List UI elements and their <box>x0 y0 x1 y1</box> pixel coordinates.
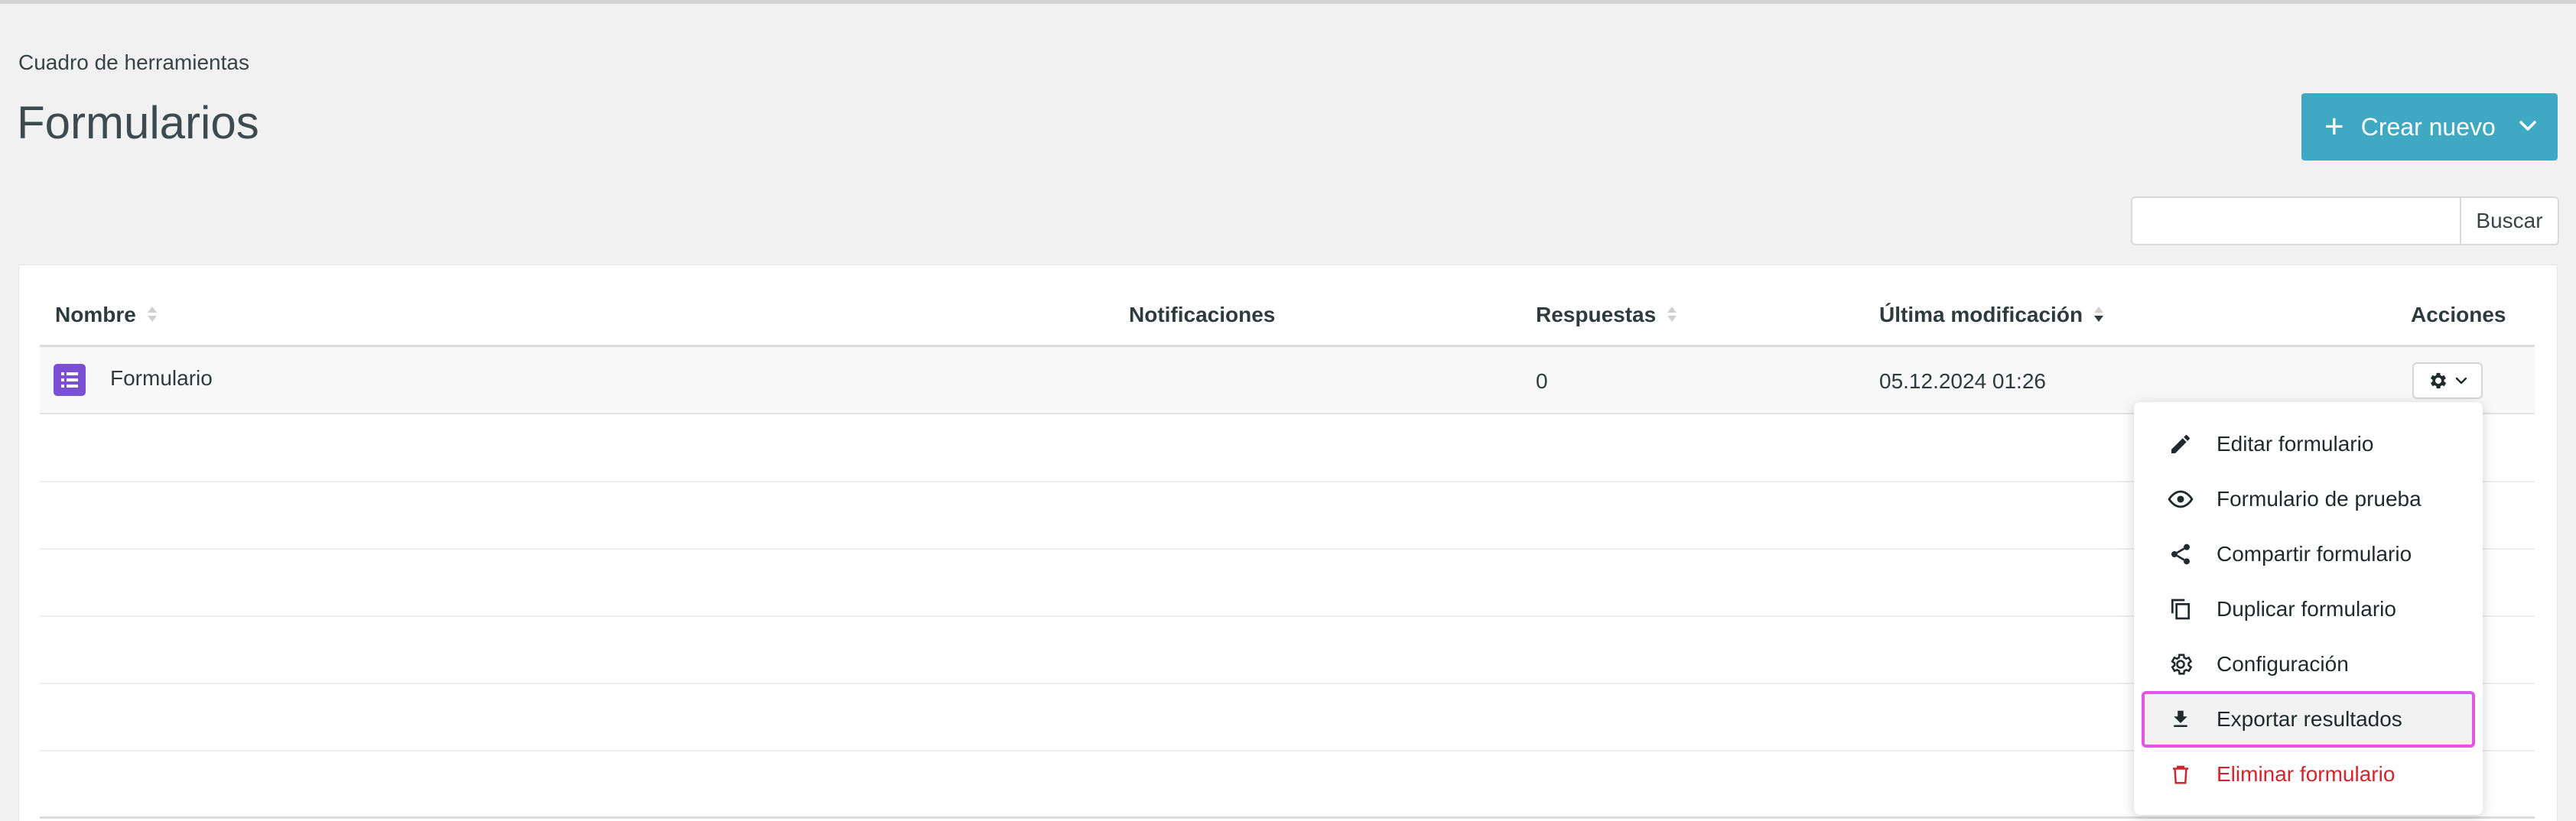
eye-icon <box>2166 485 2195 514</box>
sort-icon <box>147 304 158 326</box>
responses-cell: 0 <box>1536 369 1548 393</box>
menu-item-duplicate-form[interactable]: Duplicar formulario <box>2145 584 2472 634</box>
search-button[interactable]: Buscar <box>2460 196 2559 245</box>
create-new-button[interactable]: + Crear nuevo <box>2301 93 2558 161</box>
menu-item-edit-form[interactable]: Editar formulario <box>2145 419 2472 469</box>
form-name-link[interactable]: Formulario <box>110 366 213 391</box>
gear-icon <box>2430 372 2447 389</box>
sort-desc-icon <box>2093 304 2104 326</box>
menu-item-label: Formulario de prueba <box>2217 487 2422 511</box>
column-header-name[interactable]: Nombre <box>55 303 158 327</box>
create-new-label: Crear nuevo <box>2360 112 2496 141</box>
chevron-down-icon <box>2519 121 2536 131</box>
breadcrumb[interactable]: Cuadro de herramientas <box>18 50 249 75</box>
column-header-label: Nombre <box>55 303 136 326</box>
menu-item-label: Eliminar formulario <box>2217 762 2395 786</box>
column-header-actions: Acciones <box>2411 303 2506 327</box>
column-header-label: Respuestas <box>1536 303 1657 326</box>
column-header-label: Notificaciones <box>1129 303 1276 326</box>
search-input[interactable] <box>2131 196 2460 245</box>
menu-item-delete-form[interactable]: Eliminar formulario <box>2145 749 2472 800</box>
copy-icon <box>2166 595 2195 624</box>
chevron-down-icon <box>2455 377 2467 385</box>
page-title: Formularios <box>17 97 259 148</box>
top-border <box>0 0 2576 4</box>
plus-icon: + <box>2324 108 2344 145</box>
column-header-responses[interactable]: Respuestas <box>1536 303 1677 327</box>
column-header-notifications: Notificaciones <box>1129 303 1275 327</box>
menu-item-label: Exportar resultados <box>2217 707 2402 731</box>
last-modified-cell: 05.12.2024 01:26 <box>1879 369 2046 393</box>
search-bar: Buscar <box>2131 196 2559 245</box>
row-actions-menu: Editar formulario Formulario de prueba C… <box>2134 402 2483 815</box>
menu-item-settings[interactable]: Configuración <box>2145 639 2472 690</box>
pencil-icon <box>2166 430 2195 459</box>
menu-item-label: Compartir formulario <box>2217 542 2412 566</box>
menu-item-label: Configuración <box>2217 652 2349 676</box>
column-header-last-modified[interactable]: Última modificación <box>1879 303 2104 327</box>
menu-item-export-results[interactable]: Exportar resultados <box>2142 691 2475 748</box>
gear-icon <box>2166 650 2195 679</box>
menu-item-label: Editar formulario <box>2217 432 2374 456</box>
menu-item-share-form[interactable]: Compartir formulario <box>2145 529 2472 579</box>
sort-icon <box>1667 304 1677 326</box>
form-list-icon <box>54 364 86 396</box>
column-header-label: Acciones <box>2411 303 2506 326</box>
row-actions-button[interactable] <box>2412 362 2483 399</box>
download-icon <box>2166 705 2195 734</box>
table-bottom-divider <box>40 816 2535 819</box>
trash-icon <box>2166 760 2195 789</box>
share-icon <box>2166 540 2195 569</box>
menu-item-preview-form[interactable]: Formulario de prueba <box>2145 474 2472 524</box>
menu-item-label: Duplicar formulario <box>2217 597 2396 621</box>
column-header-label: Última modificación <box>1879 303 2083 326</box>
